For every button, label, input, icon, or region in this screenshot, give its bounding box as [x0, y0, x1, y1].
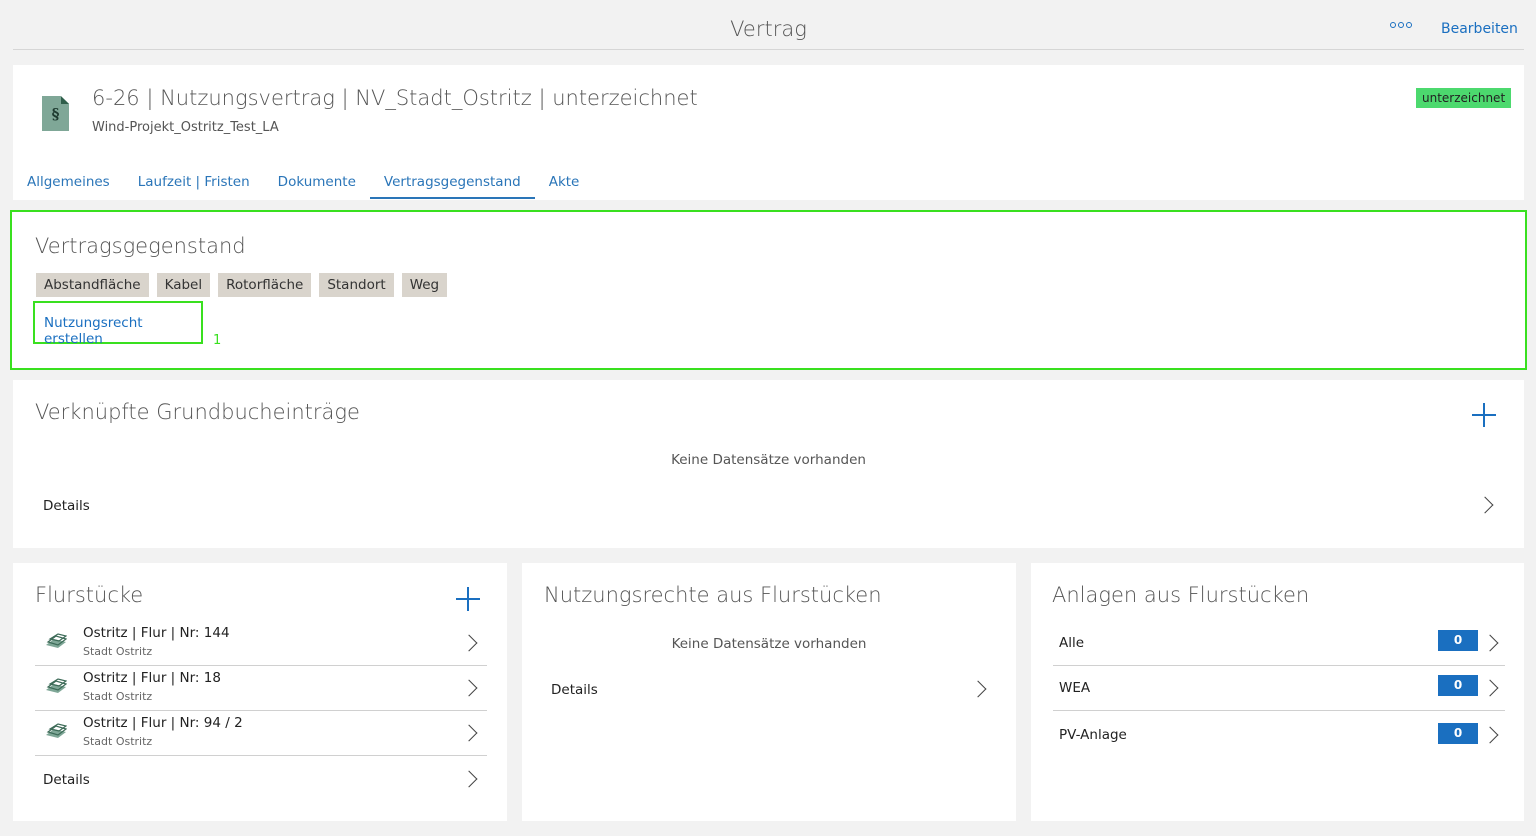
tab-vertragsgegenstand[interactable]: Vertragsgegenstand	[369, 169, 535, 199]
edit-button[interactable]: Bearbeiten	[1441, 21, 1518, 37]
grundbuch-details-link[interactable]: Details	[43, 498, 90, 514]
flurstueck-row[interactable]: Ostritz | Flur | Nr: 144 Stadt Ostritz	[35, 621, 487, 666]
chevron-right-icon[interactable]	[1481, 634, 1499, 652]
anlagen-label: Alle	[1059, 635, 1085, 651]
flurstueck-name: Ostritz | Flur | Nr: 144	[83, 625, 230, 641]
chevron-right-icon[interactable]	[1481, 679, 1499, 697]
chevron-right-icon[interactable]	[460, 634, 478, 652]
tag-weg: Weg	[401, 273, 448, 297]
anlagen-row-alle[interactable]: Alle 0	[1053, 621, 1505, 666]
chevron-right-icon[interactable]	[969, 680, 987, 698]
flurstuecke-card: Flurstücke Ostritz | Flur | Nr: 144 Stad…	[13, 563, 507, 821]
top-bar: Vertrag Bearbeiten	[13, 0, 1524, 50]
flurstueck-gemeinde: Stadt Ostritz	[83, 645, 153, 658]
tab-allgemeines[interactable]: Allgemeines	[13, 169, 124, 199]
tag-rotorflaeche: Rotorfläche	[218, 273, 312, 297]
more-options-icon[interactable]	[1390, 19, 1412, 31]
tag-standort: Standort	[319, 273, 394, 297]
nutzungsrechte-card: Nutzungsrechte aus Flurstücken Keine Dat…	[522, 563, 1016, 821]
chevron-right-icon[interactable]	[1481, 726, 1499, 744]
flurstueck-gemeinde: Stadt Ostritz	[83, 690, 153, 703]
anlagen-row-pv[interactable]: PV-Anlage 0	[1053, 711, 1505, 756]
status-badge: unterzeichnet	[1416, 88, 1512, 108]
tab-dokumente[interactable]: Dokumente	[264, 169, 370, 199]
flurstueck-name: Ostritz | Flur | Nr: 18	[83, 670, 221, 686]
section-title: Nutzungsrechte aus Flurstücken	[544, 583, 882, 607]
contract-project: Wind-Projekt_Ostritz_Test_LA	[92, 120, 279, 135]
create-nutzungsrecht-link[interactable]: Nutzungsrecht erstellen	[33, 301, 203, 347]
flurstueck-row[interactable]: Ostritz | Flur | Nr: 94 / 2 Stadt Ostrit…	[35, 711, 487, 756]
section-title: Anlagen aus Flurstücken	[1052, 583, 1310, 607]
empty-message: Keine Datensätze vorhanden	[671, 636, 867, 652]
nutzungsrechte-details-link[interactable]: Details	[551, 682, 598, 698]
flurstueck-name: Ostritz | Flur | Nr: 94 / 2	[83, 715, 243, 731]
tab-laufzeit-fristen[interactable]: Laufzeit | Fristen	[124, 169, 264, 199]
section-title: Verknüpfte Grundbucheinträge	[35, 400, 360, 424]
anlagen-label: WEA	[1059, 680, 1091, 696]
chevron-right-icon[interactable]	[460, 679, 478, 697]
tag-kabel: Kabel	[156, 273, 211, 297]
contract-document-icon: §	[42, 96, 69, 131]
flurstuecke-details-link[interactable]: Details	[43, 772, 90, 788]
anlagen-row-wea[interactable]: WEA 0	[1053, 666, 1505, 711]
parcel-map-icon	[46, 723, 67, 738]
chevron-right-icon[interactable]	[460, 724, 478, 742]
anlagen-card: Anlagen aus Flurstücken Alle 0 WEA 0 PV-…	[1031, 563, 1524, 821]
flurstueck-row[interactable]: Ostritz | Flur | Nr: 18 Stadt Ostritz	[35, 666, 487, 711]
vertragsgegenstand-section: Vertragsgegenstand Abstandfläche Kabel R…	[10, 210, 1527, 370]
add-grundbuch-icon[interactable]	[1472, 403, 1496, 427]
flurstueck-gemeinde: Stadt Ostritz	[83, 735, 153, 748]
grundbuch-card: Verknüpfte Grundbucheinträge Keine Daten…	[13, 380, 1524, 548]
section-title: Vertragsgegenstand	[35, 234, 246, 258]
count-badge: 0	[1438, 630, 1478, 651]
annotation-marker: 1	[213, 333, 222, 348]
contract-title: 6-26 | Nutzungsvertrag | NV_Stadt_Ostrit…	[92, 86, 698, 110]
parcel-map-icon	[46, 678, 67, 693]
anlagen-label: PV-Anlage	[1059, 727, 1127, 743]
chevron-right-icon[interactable]	[1476, 496, 1494, 514]
empty-message: Keine Datensätze vorhanden	[671, 452, 866, 468]
contract-header: § 6-26 | Nutzungsvertrag | NV_Stadt_Ostr…	[13, 65, 1524, 200]
count-badge: 0	[1438, 723, 1478, 744]
tab-akte[interactable]: Akte	[535, 169, 594, 199]
tab-bar: Allgemeines Laufzeit | Fristen Dokumente…	[13, 169, 593, 200]
section-title: Flurstücke	[35, 583, 144, 607]
parcel-map-icon	[46, 633, 67, 648]
add-flurstueck-icon[interactable]	[456, 587, 480, 611]
tag-abstandflaeche: Abstandfläche	[36, 273, 149, 297]
page-title: Vertrag	[730, 17, 807, 41]
chevron-right-icon[interactable]	[460, 770, 478, 788]
tag-list: Abstandfläche Kabel Rotorfläche Standort…	[36, 273, 448, 297]
count-badge: 0	[1438, 675, 1478, 696]
